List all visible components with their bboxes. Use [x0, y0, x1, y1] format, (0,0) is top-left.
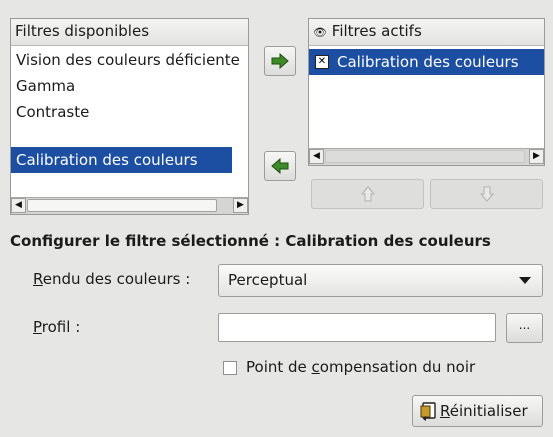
available-filter-item-selected[interactable]: Calibration des couleurs	[11, 147, 232, 173]
available-filters-list[interactable]: Filtres disponibles Vision des couleurs …	[10, 18, 249, 215]
move-down-button[interactable]	[430, 179, 543, 209]
arrow-left-icon	[271, 158, 289, 174]
available-filter-item[interactable]: Contraste	[11, 99, 248, 125]
chevron-down-icon	[519, 277, 531, 284]
reset-button-label: Réinitialiser	[440, 402, 528, 420]
reset-icon	[420, 401, 436, 421]
available-filter-item[interactable]: Vision des couleurs déficiente	[11, 47, 248, 73]
available-filters-header[interactable]: Filtres disponibles	[11, 19, 248, 46]
add-filter-button[interactable]	[264, 46, 296, 76]
scroll-thumb[interactable]	[27, 199, 217, 212]
move-up-button[interactable]	[311, 179, 424, 209]
profile-label: Profil :	[33, 318, 81, 336]
reset-button[interactable]: Réinitialiser	[412, 395, 543, 427]
scroll-right-button[interactable]: ▶	[529, 149, 544, 164]
active-filter-item-selected[interactable]: ✕ Calibration des couleurs	[309, 49, 544, 75]
available-filter-label: Vision des couleurs déficiente	[16, 51, 240, 69]
remove-filter-button[interactable]	[264, 151, 296, 181]
check-mark-icon: ✕	[317, 55, 327, 67]
active-filters-header[interactable]: 👁 Filtres actifs	[309, 19, 544, 46]
filter-enabled-checkbox[interactable]: ✕	[315, 54, 329, 69]
scroll-thumb[interactable]	[325, 150, 525, 163]
available-filter-label: Contraste	[16, 103, 90, 121]
browse-profile-label: ...	[518, 318, 531, 332]
scroll-left-icon: ◀	[313, 151, 320, 161]
scroll-left-button[interactable]: ◀	[309, 149, 324, 164]
scroll-left-icon: ◀	[15, 200, 22, 210]
scroll-right-button[interactable]: ▶	[233, 198, 248, 213]
available-hscrollbar[interactable]: ◀ ▶	[11, 197, 248, 214]
active-hscrollbar[interactable]: ◀ ▶	[309, 148, 544, 165]
black-point-label[interactable]: Point de compensation du noir	[246, 356, 475, 378]
available-filter-item[interactable]: Gamma	[11, 73, 248, 99]
browse-profile-button[interactable]: ...	[506, 313, 543, 343]
active-filters-header-label: Filtres actifs	[331, 22, 422, 40]
available-filters-header-label: Filtres disponibles	[15, 22, 150, 40]
active-filters-list[interactable]: 👁 Filtres actifs ✕ Calibration des coule…	[308, 18, 545, 166]
available-filter-label: Gamma	[16, 77, 76, 95]
scroll-right-icon: ▶	[237, 200, 244, 210]
profile-input[interactable]	[218, 313, 496, 342]
scroll-left-button[interactable]: ◀	[11, 198, 26, 213]
eye-icon: 👁	[313, 26, 327, 39]
configure-section-title: Configurer le filtre sélectionné : Calib…	[10, 232, 491, 250]
available-filter-label: Calibration des couleurs	[16, 151, 198, 169]
arrow-right-icon	[271, 53, 289, 69]
black-point-checkbox[interactable]	[223, 361, 237, 375]
rendering-intent-value: Perceptual	[228, 271, 308, 289]
rendering-intent-select[interactable]: Perceptual	[218, 264, 543, 297]
arrow-up-icon	[360, 186, 375, 202]
active-filter-label: Calibration des couleurs	[337, 53, 519, 71]
scroll-right-icon: ▶	[533, 151, 540, 161]
arrow-down-icon	[479, 186, 494, 202]
rendering-intent-label: Rendu des couleurs :	[33, 270, 191, 288]
